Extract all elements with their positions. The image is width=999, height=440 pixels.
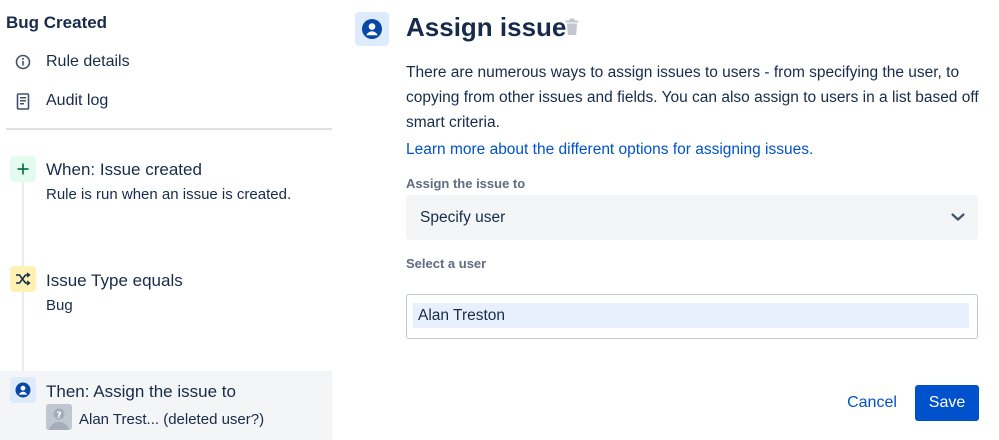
trigger-subtitle: Rule is run when an issue is created. bbox=[46, 186, 292, 203]
selected-user-chip: Alan Treston bbox=[413, 303, 969, 328]
action-subtitle: Alan Trest... (deleted user?) bbox=[79, 411, 265, 428]
deleted-user-avatar: ? bbox=[46, 404, 72, 430]
condition-title: Issue Type equals bbox=[46, 271, 183, 290]
user-circle-icon bbox=[355, 12, 389, 46]
action-title: Then: Assign the issue to bbox=[46, 382, 236, 401]
select-user-label: Select a user bbox=[406, 256, 487, 271]
selected-user-name: Alan Treston bbox=[418, 307, 506, 324]
condition-subtitle: Bug bbox=[46, 297, 73, 314]
trigger-title: When: Issue created bbox=[46, 160, 202, 179]
trigger-component[interactable]: When: Issue created Rule is run when an … bbox=[0, 150, 332, 220]
user-picker-input[interactable]: Alan Treston bbox=[406, 294, 978, 339]
shuffle-icon bbox=[10, 266, 36, 292]
audit-log-label: Audit log bbox=[46, 92, 109, 109]
description-text: There are numerous ways to assign issues… bbox=[406, 64, 979, 131]
svg-text:?: ? bbox=[56, 411, 61, 421]
assign-to-label: Assign the issue to bbox=[406, 176, 526, 191]
learn-more-link[interactable]: Learn more about the different options f… bbox=[406, 141, 813, 159]
trash-icon[interactable] bbox=[565, 18, 583, 38]
sidebar-divider bbox=[6, 128, 332, 130]
action-component[interactable]: Then: Assign the issue to ? Alan Trest..… bbox=[0, 371, 332, 440]
page-title: Assign issue bbox=[406, 12, 567, 42]
rule-sidebar: Bug Created Rule details Audit log When:… bbox=[0, 0, 333, 440]
cancel-button[interactable]: Cancel bbox=[833, 386, 911, 420]
document-icon bbox=[14, 92, 32, 110]
rule-details-label: Rule details bbox=[46, 53, 130, 70]
assign-to-value: Specify user bbox=[420, 209, 506, 226]
chevron-down-icon bbox=[950, 210, 966, 224]
info-icon bbox=[14, 53, 32, 71]
rule-title: Bug Created bbox=[6, 13, 108, 32]
user-circle-icon bbox=[10, 377, 36, 403]
rule-details-link[interactable]: Rule details bbox=[10, 49, 310, 75]
assign-to-select[interactable]: Specify user bbox=[406, 195, 978, 240]
save-button[interactable]: Save bbox=[915, 385, 979, 421]
audit-log-link[interactable]: Audit log bbox=[10, 88, 310, 114]
condition-component[interactable]: Issue Type equals Bug bbox=[0, 260, 332, 330]
component-editor: Assign issue There are numerous ways to … bbox=[355, 0, 985, 440]
plus-icon bbox=[10, 156, 36, 182]
